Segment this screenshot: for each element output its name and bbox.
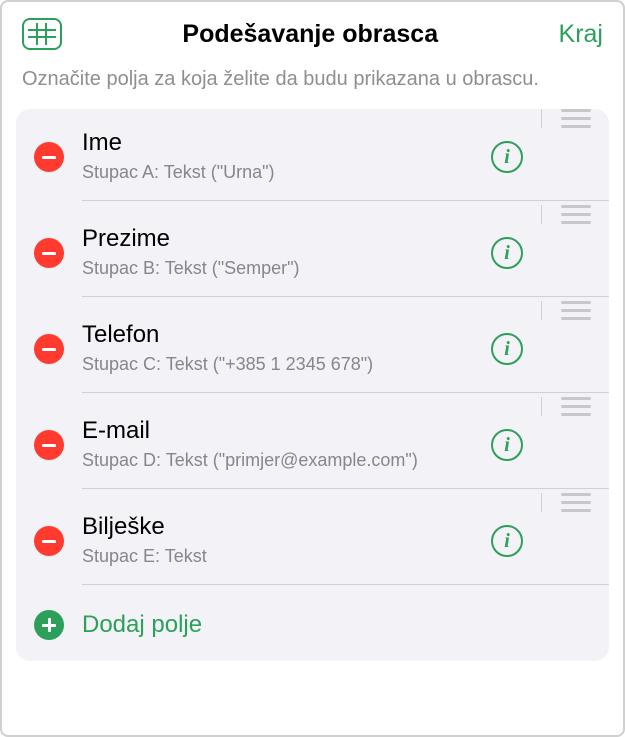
plus-icon bbox=[34, 610, 64, 640]
delete-button[interactable] bbox=[34, 238, 64, 268]
field-content[interactable]: Bilješke Stupac E: Tekst bbox=[82, 497, 491, 584]
table-icon[interactable] bbox=[22, 18, 62, 50]
drag-handle[interactable] bbox=[541, 493, 609, 512]
add-field-label: Dodaj polje bbox=[82, 611, 202, 639]
delete-button[interactable] bbox=[34, 526, 64, 556]
fields-list: Ime Stupac A: Tekst ("Urna") i Prezime S… bbox=[16, 109, 609, 661]
field-title: Telefon bbox=[82, 321, 491, 349]
field-row: E-mail Stupac D: Tekst ("primjer@example… bbox=[16, 397, 609, 493]
field-subtitle: Stupac E: Tekst bbox=[82, 545, 491, 568]
field-title: Bilješke bbox=[82, 513, 491, 541]
drag-handle-icon bbox=[561, 493, 591, 512]
instruction-text: Označite polja za koja želite da budu pr… bbox=[2, 58, 623, 109]
drag-handle[interactable] bbox=[541, 109, 609, 128]
field-content[interactable]: Prezime Stupac B: Tekst ("Semper") bbox=[82, 209, 491, 296]
drag-handle-icon bbox=[561, 205, 591, 224]
delete-button[interactable] bbox=[34, 334, 64, 364]
delete-button[interactable] bbox=[34, 142, 64, 172]
drag-handle-icon bbox=[561, 397, 591, 416]
field-row: Ime Stupac A: Tekst ("Urna") i bbox=[16, 109, 609, 205]
field-content[interactable]: Ime Stupac A: Tekst ("Urna") bbox=[82, 113, 491, 200]
header-toolbar: Podešavanje obrasca Kraj bbox=[2, 2, 623, 58]
field-content[interactable]: E-mail Stupac D: Tekst ("primjer@example… bbox=[82, 401, 491, 488]
field-subtitle: Stupac D: Tekst ("primjer@example.com") bbox=[82, 449, 491, 472]
delete-button[interactable] bbox=[34, 430, 64, 460]
done-button[interactable]: Kraj bbox=[559, 20, 603, 49]
page-title: Podešavanje obrasca bbox=[62, 20, 559, 49]
info-icon[interactable]: i bbox=[491, 237, 523, 269]
info-icon[interactable]: i bbox=[491, 141, 523, 173]
field-title: Prezime bbox=[82, 225, 491, 253]
table-icon-svg bbox=[28, 23, 56, 45]
drag-handle-icon bbox=[561, 301, 591, 320]
drag-handle-icon bbox=[561, 109, 591, 128]
info-icon[interactable]: i bbox=[491, 525, 523, 557]
field-row: Telefon Stupac C: Tekst ("+385 1 2345 67… bbox=[16, 301, 609, 397]
field-subtitle: Stupac C: Tekst ("+385 1 2345 678") bbox=[82, 353, 491, 376]
field-content[interactable]: Telefon Stupac C: Tekst ("+385 1 2345 67… bbox=[82, 305, 491, 392]
drag-handle[interactable] bbox=[541, 205, 609, 224]
field-subtitle: Stupac B: Tekst ("Semper") bbox=[82, 257, 491, 280]
field-row: Prezime Stupac B: Tekst ("Semper") i bbox=[16, 205, 609, 301]
info-icon[interactable]: i bbox=[491, 429, 523, 461]
field-row: Bilješke Stupac E: Tekst i bbox=[16, 493, 609, 589]
add-field-button[interactable]: Dodaj polje bbox=[16, 589, 609, 661]
field-subtitle: Stupac A: Tekst ("Urna") bbox=[82, 161, 491, 184]
field-title: Ime bbox=[82, 129, 491, 157]
info-icon[interactable]: i bbox=[491, 333, 523, 365]
drag-handle[interactable] bbox=[541, 397, 609, 416]
field-title: E-mail bbox=[82, 417, 491, 445]
drag-handle[interactable] bbox=[541, 301, 609, 320]
